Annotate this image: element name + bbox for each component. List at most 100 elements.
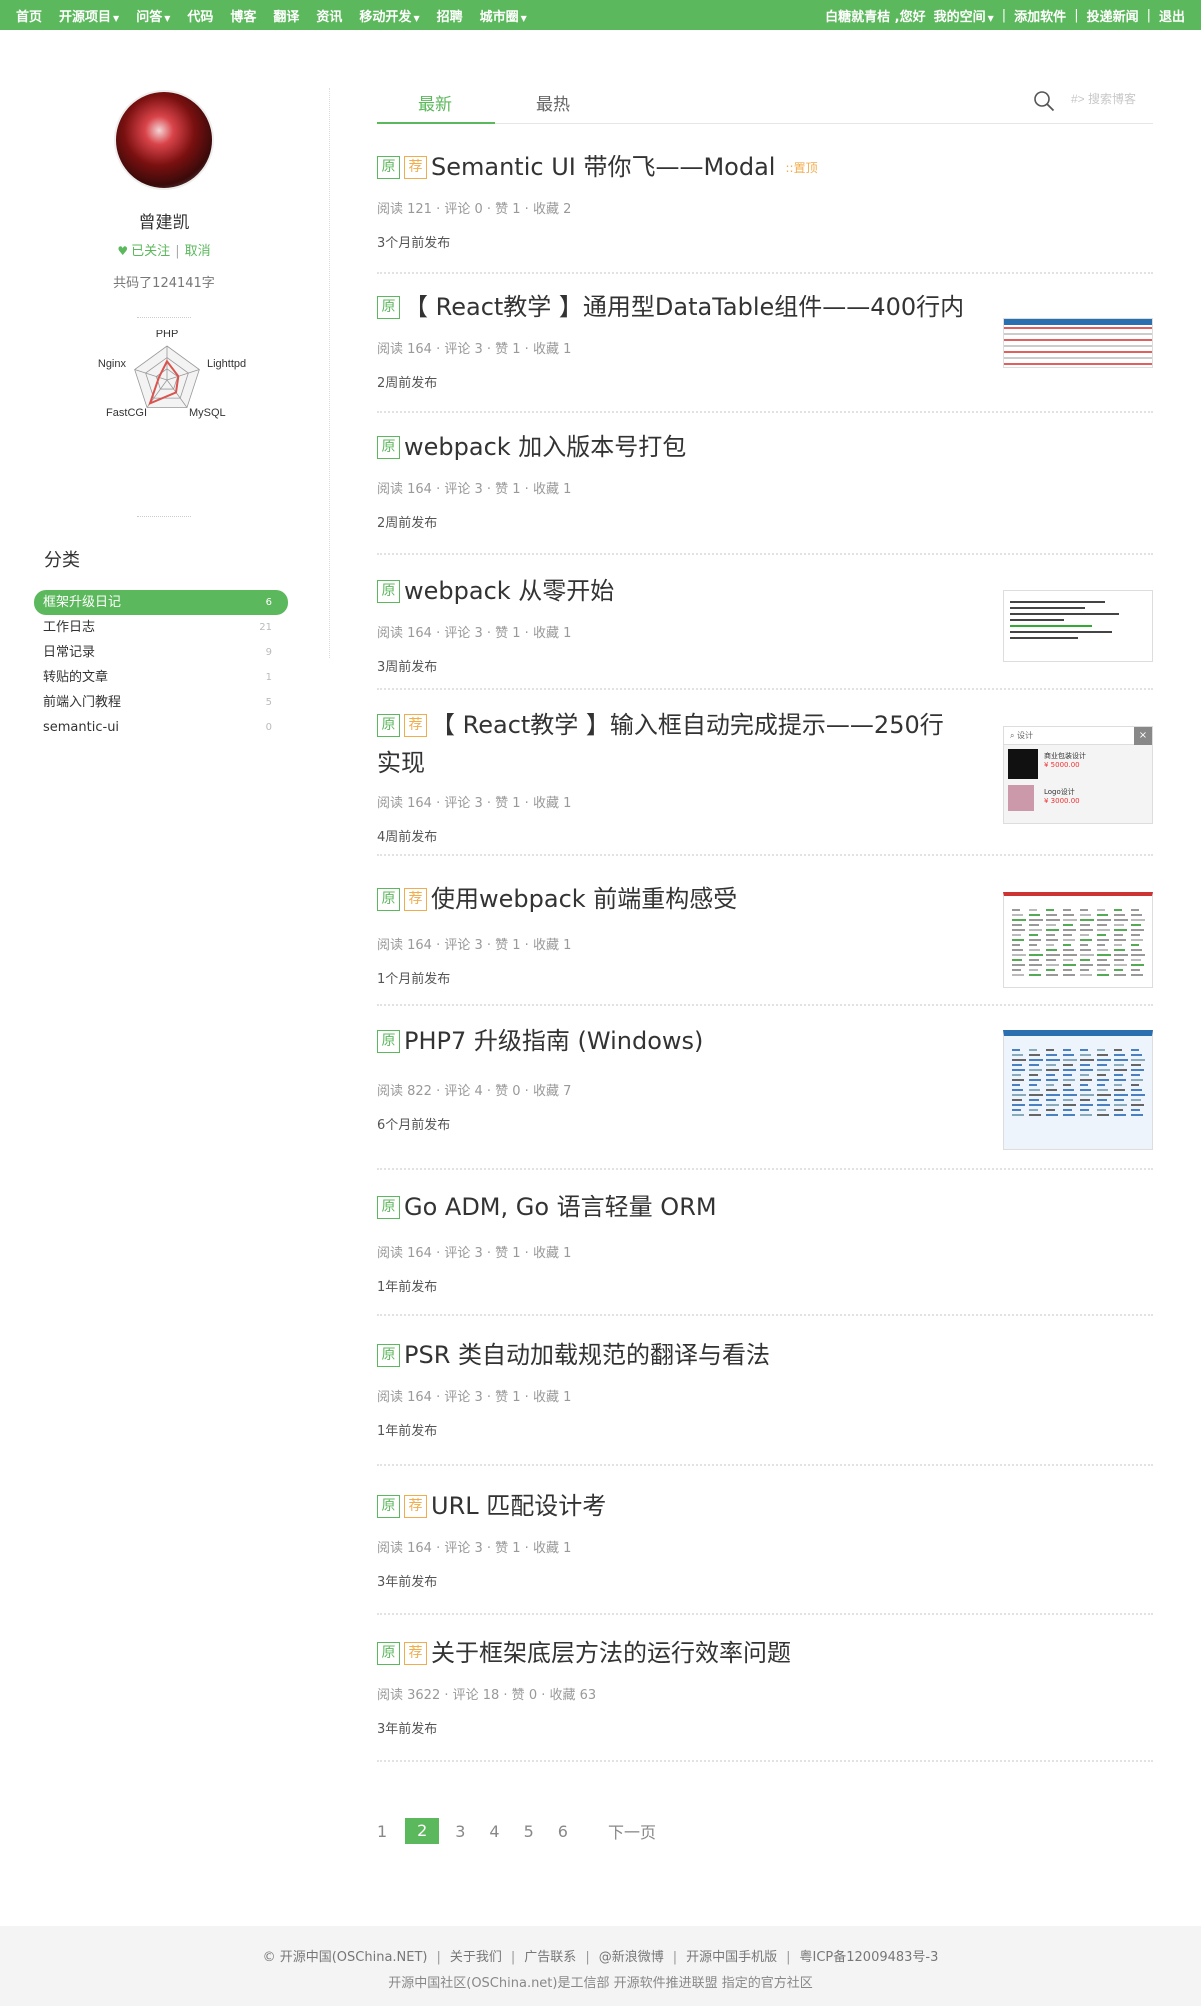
caret-down-icon: ▼ [520, 13, 527, 23]
article-title[interactable]: 原荐使用webpack 前端重构感受 [377, 880, 977, 918]
article-title-text: URL 匹配设计考 [431, 1492, 607, 1520]
tab-hot[interactable]: 最热 [536, 90, 570, 115]
nav-item-qa[interactable]: 问答 ▼ [136, 6, 170, 25]
next-page-link[interactable]: 下一页 [608, 1819, 656, 1843]
logout-link[interactable]: 退出 [1159, 6, 1185, 25]
article-title[interactable]: 原 PSR 类自动加载规范的翻译与看法 [377, 1336, 977, 1374]
search-icon[interactable] [1033, 90, 1055, 112]
thumb-search-bar: ⌕ 设计 [1004, 727, 1152, 745]
category-item[interactable]: 日常记录 9 [34, 640, 288, 665]
nav-separator: | [1074, 7, 1079, 23]
category-item[interactable]: semantic-ui 0 [34, 715, 288, 740]
close-icon: × [1134, 727, 1152, 745]
nav-item-code[interactable]: 代码 [187, 6, 213, 25]
top-navigation-bar: 首页 开源项目 ▼ 问答 ▼ 代码 博客 翻译 资讯 移动开发 ▼ 招聘 城市圈 ▼ 白… [0, 0, 1201, 30]
article-thumbnail[interactable] [1003, 590, 1153, 662]
nav-item-news[interactable]: 资讯 [316, 6, 342, 25]
follow-status: ♥ 已关注 | 取消 [34, 240, 294, 259]
article-title[interactable]: 原荐 Semantic UI 带你飞——Modal::置顶 [377, 148, 977, 187]
article-thumbnail[interactable] [1003, 892, 1153, 988]
nav-item-mobile-dev[interactable]: 移动开发 ▼ [359, 6, 419, 25]
word-count: 共码了124141字 [113, 276, 215, 291]
nav-item-jobs[interactable]: 招聘 [437, 6, 463, 25]
original-badge: 原 [377, 580, 400, 603]
category-item[interactable]: 框架升级日记 6 [34, 590, 288, 615]
article-title-text: PHP7 升级指南 (Windows) [404, 1027, 704, 1055]
footer-statement: 开源中国社区(OSChina.net)是工信部 开源软件推进联盟 指定的官方社区 [388, 1976, 813, 1991]
thumb-column [1046, 906, 1060, 979]
caret-down-icon: ▼ [113, 13, 120, 23]
category-label: 转贴的文章 [43, 670, 109, 685]
article-thumbnail[interactable]: ⌕ 设计 × 商业包装设计 ¥ 5000.00 Logo设计 ¥ 3000.00 [1003, 726, 1153, 824]
footer-link-about[interactable]: 关于我们 [450, 1950, 502, 1965]
article-title[interactable]: 原 Go ADM, Go 语言轻量 ORM [377, 1188, 977, 1226]
nav-item-open-source[interactable]: 开源项目 ▼ [59, 6, 119, 25]
avatar[interactable] [114, 90, 214, 190]
page-link[interactable]: 1 [377, 1822, 387, 1841]
footer-icp[interactable]: 粤ICP备12009483号-3 [800, 1950, 939, 1965]
my-space-link[interactable]: 我的空间 ▼ [934, 6, 994, 25]
nav-label: 资讯 [316, 9, 343, 25]
category-label: semantic-ui [43, 720, 120, 735]
thumb-column [1131, 906, 1145, 979]
site-footer: © 开源中国(OSChina.NET) | 关于我们 | 广告联系 | @新浪微博 | 开源中国… [0, 1926, 1201, 2006]
article-stats: 阅读 164 · 评论 3 · 赞 1 · 收藏 1 [377, 1541, 572, 1556]
add-software-link[interactable]: 添加软件 [1014, 6, 1066, 25]
article-title-text: 关于框架底层方法的运行效率问题 [431, 1639, 791, 1667]
nav-label: 问答 [136, 9, 163, 25]
footer-link-ads[interactable]: 广告联系 [524, 1950, 576, 1965]
article-title-text: 使用webpack 前端重构感受 [431, 885, 738, 913]
article-title[interactable]: 原荐 URL 匹配设计考 [377, 1487, 977, 1525]
page-link[interactable]: 4 [489, 1822, 499, 1841]
active-tab-indicator [377, 122, 495, 124]
article-item: 原 PHP7 升级指南 (Windows) 阅读 822 · 评论 4 · 赞 0… [377, 1022, 1153, 1170]
article-published: 1年前发布 [377, 1424, 438, 1439]
article-stats: 阅读 164 · 评论 3 · 赞 1 · 收藏 1 [377, 482, 572, 497]
radar-grid [134, 345, 200, 408]
article-thumbnail[interactable] [1003, 318, 1153, 368]
follow-separator: | [175, 244, 180, 259]
nav-label: 招聘 [436, 9, 463, 25]
nav-item-home[interactable]: 首页 [16, 6, 42, 25]
category-item[interactable]: 前端入门教程 5 [34, 690, 288, 715]
thumb-column [1080, 906, 1094, 979]
article-title[interactable]: 原荐关于框架底层方法的运行效率问题 [377, 1634, 977, 1672]
article-title[interactable]: 原 PHP7 升级指南 (Windows) [377, 1022, 977, 1060]
categories-heading: 分类 [44, 550, 80, 571]
article-title[interactable]: 原【 React教学 】通用型DataTable组件——400行内 [377, 288, 977, 326]
author-name[interactable]: 曾建凯 [34, 208, 294, 233]
category-count: 9 [265, 647, 272, 658]
nav-item-blog[interactable]: 博客 [230, 6, 256, 25]
article-title-text: webpack 加入版本号打包 [404, 433, 687, 461]
category-item[interactable]: 转贴的文章 1 [34, 665, 288, 690]
page-link[interactable]: 6 [558, 1822, 568, 1841]
page-link[interactable]: 5 [524, 1822, 534, 1841]
article-title[interactable]: 原 webpack 从零开始 [377, 572, 977, 610]
search-input[interactable] [1071, 92, 1153, 106]
article-tabs: 最新 最热 [377, 84, 1153, 124]
article-thumbnail[interactable] [1003, 1030, 1153, 1150]
radar-label-fastcgi: FastCGI [106, 407, 147, 419]
thumb-column [1063, 906, 1077, 979]
nav-item-translate[interactable]: 翻译 [273, 6, 299, 25]
thumb-column [1063, 1046, 1077, 1119]
submit-news-link[interactable]: 投递新闻 [1087, 6, 1139, 25]
tab-latest[interactable]: 最新 [418, 90, 452, 115]
page-link-current[interactable]: 2 [405, 1818, 440, 1844]
article-title[interactable]: 原荐【 React教学 】输入框自动完成提示——250行实现 [377, 706, 957, 782]
nav-item-city-circle[interactable]: 城市圈 ▼ [480, 6, 527, 25]
article-title[interactable]: 原 webpack 加入版本号打包 [377, 428, 977, 466]
greeting-text: 白糖就青桔 ,您好 [825, 9, 926, 25]
footer-separator: | [510, 1950, 516, 1965]
recommended-badge: 荐 [404, 156, 427, 179]
footer-link-weibo[interactable]: @新浪微博 [599, 1950, 664, 1965]
category-item[interactable]: 工作日志 21 [34, 615, 288, 640]
page-link[interactable]: 3 [455, 1822, 465, 1841]
footer-link-mobile[interactable]: 开源中国手机版 [686, 1950, 777, 1965]
footer-copyright[interactable]: © 开源中国(OSChina.NET) [263, 1950, 428, 1965]
article-stats: 阅读 164 · 评论 3 · 赞 1 · 收藏 1 [377, 796, 572, 811]
unfollow-button[interactable]: 取消 [185, 244, 211, 259]
category-label: 日常记录 [43, 645, 96, 660]
thumb-column [1097, 1046, 1111, 1119]
article-stats: 阅读 121 · 评论 0 · 赞 1 · 收藏 2 [377, 202, 572, 217]
